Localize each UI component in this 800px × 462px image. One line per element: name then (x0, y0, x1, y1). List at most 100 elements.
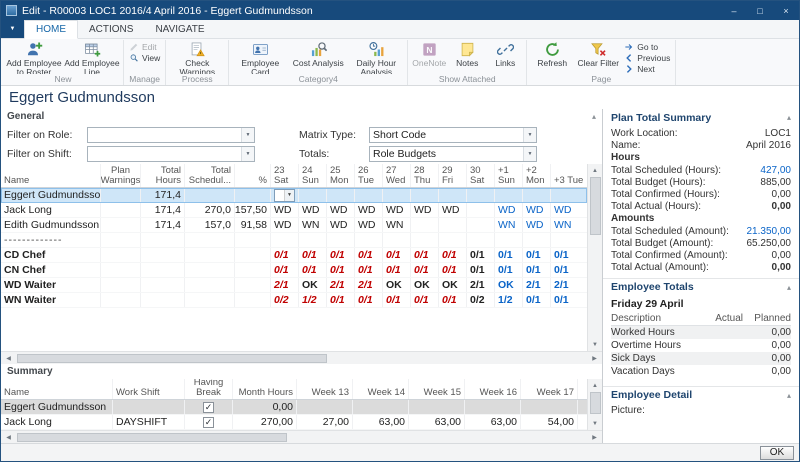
totals-combobox[interactable]: Role Budgets ▼ (369, 146, 537, 162)
roster-cell[interactable] (141, 278, 185, 292)
roster-cell[interactable]: 0/1 (439, 263, 467, 277)
roster-cell[interactable] (439, 218, 467, 232)
roster-cell[interactable] (467, 203, 495, 217)
roster-cell[interactable]: 0/1 (411, 248, 439, 262)
roster-cell-name[interactable]: ------------- (1, 233, 101, 247)
summary-section-header[interactable]: Summary (1, 364, 602, 379)
roster-cell[interactable] (327, 233, 355, 247)
roster-cell[interactable] (185, 278, 235, 292)
minimize-button[interactable]: – (721, 1, 747, 20)
roster-column-header[interactable]: 26 Tue (355, 164, 383, 187)
roster-cell[interactable] (185, 233, 235, 247)
roster-cell[interactable] (101, 263, 141, 277)
filter-on-role-combobox[interactable]: ▼ (87, 127, 255, 143)
scrollbar-thumb[interactable] (17, 433, 287, 442)
employee-card-button[interactable]: Employee Card (231, 40, 289, 74)
roster-cell[interactable] (101, 233, 141, 247)
notes-button[interactable]: Notes (448, 40, 486, 74)
roster-cell-name[interactable]: WN Waiter (1, 293, 101, 307)
roster-cell-name[interactable]: Jack Long (1, 203, 101, 217)
dropdown-arrow-icon[interactable]: ▼ (241, 128, 254, 142)
go-to-button[interactable]: Go to (621, 42, 673, 52)
roster-cell[interactable] (299, 188, 327, 202)
matrix-type-combobox[interactable]: Short Code ▼ (369, 127, 537, 143)
roster-cell[interactable]: OK (383, 278, 411, 292)
close-button[interactable]: × (773, 1, 799, 20)
roster-cell[interactable]: 171,4 (141, 218, 185, 232)
roster-cell[interactable] (271, 233, 299, 247)
roster-column-header[interactable]: Plan Warnings (101, 164, 141, 187)
view-button[interactable]: View (126, 53, 163, 63)
scroll-right-icon[interactable]: ▶ (588, 432, 601, 443)
scroll-left-icon[interactable]: ◀ (2, 353, 15, 364)
roster-cell[interactable]: WD (411, 203, 439, 217)
summary-column-header[interactable]: Month Hours (233, 379, 297, 399)
roster-cell-name[interactable]: Eggert Gudmundsson (1, 188, 101, 202)
roster-column-header[interactable]: % (235, 164, 271, 187)
roster-row[interactable]: Edith Gudmundsson171,4157,091,58WDWNWDWD… (1, 218, 587, 233)
roster-cell[interactable] (551, 188, 587, 202)
collapse-icon[interactable]: ▴ (787, 113, 791, 122)
roster-cell[interactable]: WD (495, 203, 523, 217)
summary-column-header[interactable]: Week 15 (409, 379, 465, 399)
links-button[interactable]: Links (486, 40, 524, 74)
roster-cell[interactable]: OK (411, 278, 439, 292)
roster-cell[interactable]: WD (327, 218, 355, 232)
filter-on-shift-combobox[interactable]: ▼ (87, 146, 255, 162)
roster-cell[interactable]: 0/1 (299, 263, 327, 277)
roster-cell[interactable]: 0/1 (523, 263, 551, 277)
maximize-button[interactable]: □ (747, 1, 773, 20)
roster-row[interactable]: WN Waiter0/21/20/10/10/10/10/10/21/20/10… (1, 293, 587, 308)
roster-cell[interactable] (141, 263, 185, 277)
roster-cell-name[interactable]: WD Waiter (1, 278, 101, 292)
roster-cell[interactable] (141, 233, 185, 247)
roster-column-header[interactable]: 23 Sat (271, 164, 299, 187)
roster-horizontal-scrollbar[interactable]: ◀ ▶ (1, 351, 602, 364)
summary-cell[interactable]: Jack Long (1, 415, 113, 429)
roster-column-header[interactable]: +3 Tue (551, 164, 587, 187)
roster-row[interactable]: Jack Long171,4270,0157,50WDWDWDWDWDWDWDW… (1, 203, 587, 218)
roster-cell[interactable]: 0/1 (383, 293, 411, 307)
summary-column-header[interactable]: Week 16 (465, 379, 521, 399)
field-value-link[interactable]: 21.350,00 (747, 226, 792, 237)
roster-cell[interactable]: 0/1 (411, 263, 439, 277)
scrollbar-thumb[interactable] (590, 177, 601, 235)
roster-row[interactable]: WD Waiter2/1OK2/12/1OKOKOK2/1OK2/12/1 (1, 278, 587, 293)
roster-cell-name[interactable]: Edith Gudmundsson (1, 218, 101, 232)
roster-column-header[interactable]: 27 Wed (383, 164, 411, 187)
roster-cell[interactable] (235, 278, 271, 292)
roster-cell[interactable]: WD (327, 203, 355, 217)
summary-column-header[interactable]: Week 14 (353, 379, 409, 399)
onenote-button[interactable]: N OneNote (410, 40, 448, 74)
roster-cell[interactable]: WN (551, 218, 587, 232)
roster-cell[interactable] (101, 278, 141, 292)
collapse-icon[interactable]: ▴ (787, 283, 791, 292)
roster-cell[interactable]: WD (439, 203, 467, 217)
summary-cell[interactable]: ✓ (185, 400, 233, 414)
summary-column-header[interactable]: Week 13 (297, 379, 353, 399)
summary-cell[interactable]: 270,00 (233, 415, 297, 429)
roster-cell[interactable] (101, 188, 141, 202)
summary-cell[interactable]: 54,00 (521, 415, 578, 429)
roster-cell[interactable]: OK (439, 278, 467, 292)
roster-cell[interactable]: 0/1 (327, 248, 355, 262)
tab-navigate[interactable]: NAVIGATE (144, 20, 215, 38)
summary-column-header[interactable]: Week 17 (521, 379, 578, 399)
summary-row[interactable]: Jack LongDAYSHIFT✓270,0027,0063,0063,006… (1, 415, 587, 430)
scroll-left-icon[interactable]: ◀ (2, 432, 15, 443)
summary-cell[interactable]: Eggert Gudmundsson (1, 400, 113, 414)
roster-cell[interactable]: WD (355, 218, 383, 232)
roster-column-header[interactable]: 30 Sat (467, 164, 495, 187)
scroll-right-icon[interactable]: ▶ (588, 353, 601, 364)
roster-cell[interactable] (185, 263, 235, 277)
roster-cell[interactable]: 0/1 (327, 293, 355, 307)
scrollbar-thumb[interactable] (590, 392, 601, 414)
roster-cell[interactable]: 0/2 (467, 293, 495, 307)
summary-vertical-scrollbar[interactable]: ▲ ▼ (587, 379, 602, 430)
matrix-cell-editor[interactable]: ▼ (274, 189, 295, 202)
summary-cell[interactable]: 27,00 (297, 415, 353, 429)
roster-cell[interactable]: OK (495, 278, 523, 292)
roster-cell[interactable] (141, 293, 185, 307)
roster-cell[interactable] (185, 293, 235, 307)
edit-button[interactable]: Edit (126, 42, 163, 52)
